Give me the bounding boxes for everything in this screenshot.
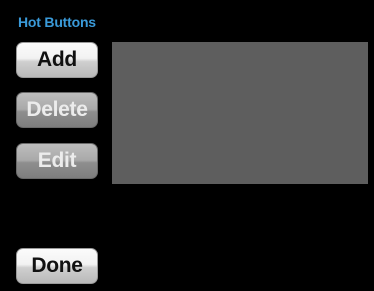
hot-buttons-list[interactable]	[112, 42, 368, 184]
done-button[interactable]: Done	[16, 248, 98, 284]
delete-button[interactable]: Delete	[16, 92, 98, 128]
add-button[interactable]: Add	[16, 42, 98, 78]
hot-buttons-panel: Hot Buttons Add Delete Edit Done	[0, 0, 374, 291]
panel-title: Hot Buttons	[18, 14, 96, 30]
edit-button[interactable]: Edit	[16, 143, 98, 179]
